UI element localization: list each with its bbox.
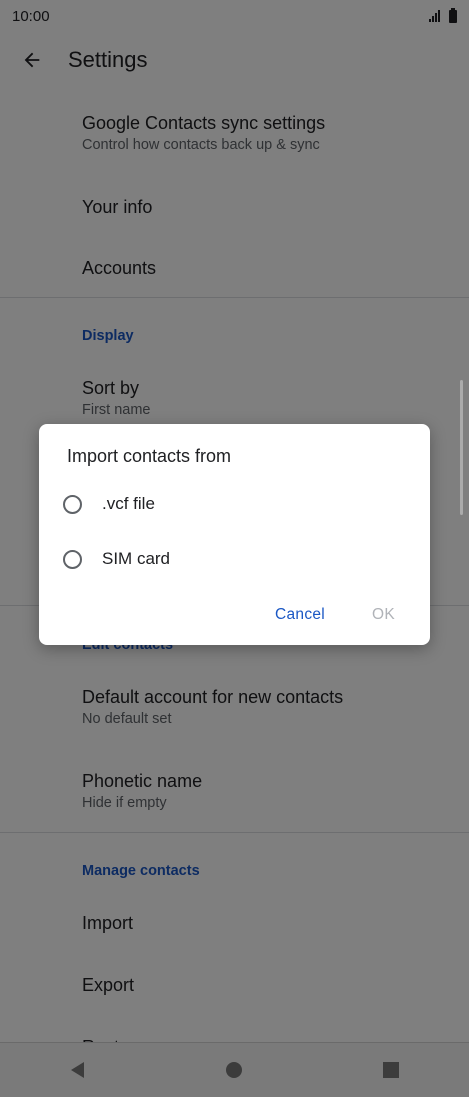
option-label: .vcf file	[102, 494, 155, 513]
nav-home-button[interactable]	[204, 1043, 264, 1097]
option-vcf-file[interactable]: .vcf file	[63, 484, 155, 524]
navigation-bar	[0, 1042, 469, 1097]
cancel-button[interactable]: Cancel	[275, 606, 325, 624]
nav-recents-button[interactable]	[361, 1043, 421, 1097]
triangle-back-icon	[71, 1062, 85, 1078]
square-recents-icon	[382, 1062, 399, 1078]
scrollbar[interactable]	[460, 380, 463, 515]
dialog-title: Import contacts from	[67, 446, 232, 466]
circle-home-icon	[226, 1062, 243, 1078]
import-dialog: Import contacts from .vcf file SIM card …	[39, 424, 430, 645]
ok-button[interactable]: OK	[372, 606, 395, 624]
option-label: SIM card	[102, 549, 171, 568]
option-sim-card[interactable]: SIM card	[63, 539, 170, 579]
radio-button[interactable]	[63, 549, 82, 569]
radio-button[interactable]	[63, 494, 82, 514]
nav-back-button[interactable]	[48, 1043, 108, 1097]
